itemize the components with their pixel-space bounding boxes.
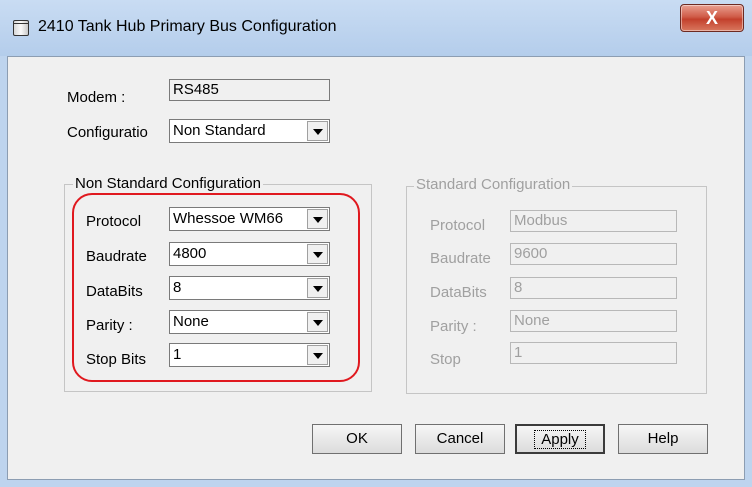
apply-button[interactable]: Apply — [515, 424, 605, 454]
std-databits-label: DataBits — [430, 284, 487, 301]
std-protocol-field: Modbus — [510, 210, 677, 232]
close-button[interactable]: X — [680, 4, 744, 32]
apply-button-label: Apply — [534, 430, 586, 449]
cancel-button[interactable]: Cancel — [415, 424, 505, 454]
non-standard-group-title: Non Standard Configuration — [73, 175, 263, 192]
std-parity-field: None — [510, 310, 677, 332]
std-parity-label: Parity : — [430, 318, 477, 335]
tank-icon — [13, 20, 29, 36]
std-baudrate-field: 9600 — [510, 243, 677, 265]
std-stop-label: Stop — [430, 351, 461, 368]
std-protocol-label: Protocol — [430, 217, 486, 234]
configuration-label: Configuratio — [67, 124, 148, 141]
configuration-value: Non Standard — [173, 122, 266, 139]
std-databits-field: 8 — [510, 277, 677, 299]
configuration-select[interactable]: Non Standard — [169, 119, 330, 143]
ok-button[interactable]: OK — [312, 424, 402, 454]
chevron-down-icon[interactable] — [307, 121, 328, 141]
std-stop-field: 1 — [510, 342, 677, 364]
std-baudrate-label: Baudrate — [430, 250, 491, 267]
window-title: 2410 Tank Hub Primary Bus Configuration — [38, 18, 337, 35]
annotation-highlight — [72, 193, 360, 382]
title-bar[interactable]: 2410 Tank Hub Primary Bus Configuration … — [0, 0, 752, 56]
modem-field: RS485 — [169, 79, 330, 101]
help-button[interactable]: Help — [618, 424, 708, 454]
modem-label: Modem : — [67, 89, 126, 106]
standard-group-title: Standard Configuration — [414, 176, 573, 193]
